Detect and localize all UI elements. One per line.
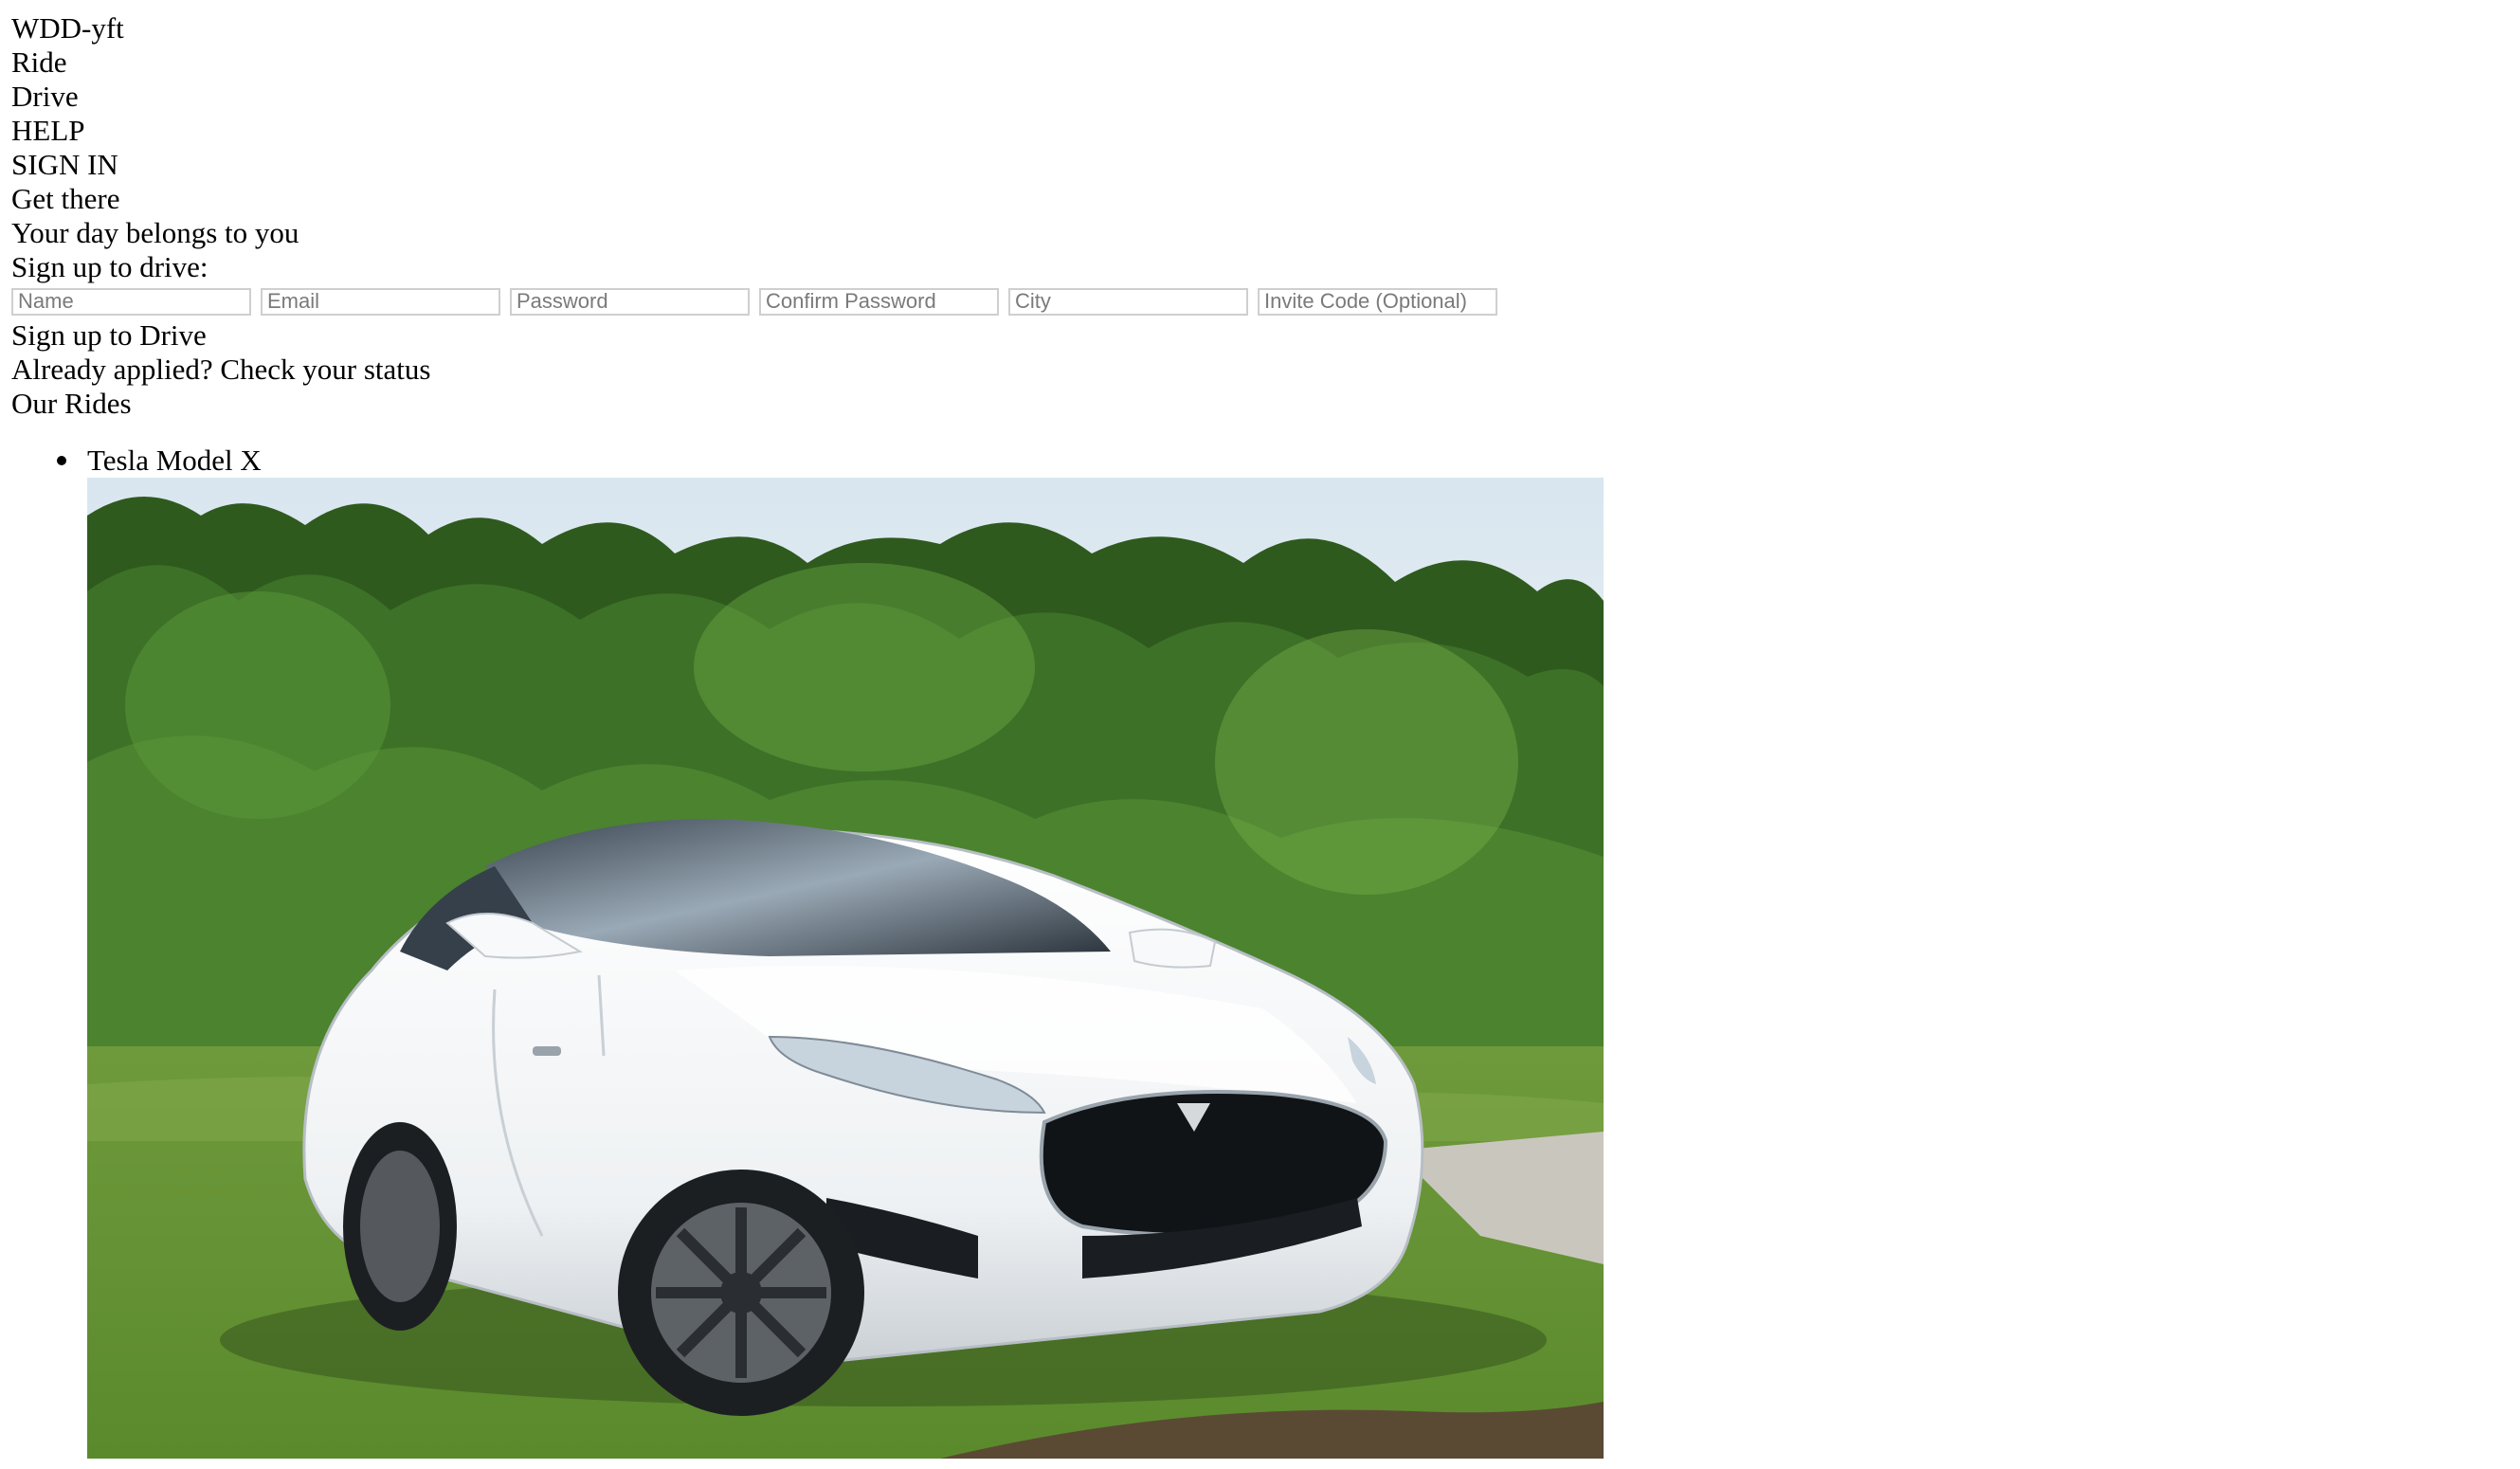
email-field[interactable] (261, 287, 500, 316)
city-field[interactable] (1008, 287, 1248, 316)
brand-logo-text[interactable]: WDD-yft (11, 11, 2520, 45)
page: WDD-yft Ride Drive HELP SIGN IN Get ther… (11, 11, 2520, 1459)
signup-form (11, 284, 2520, 318)
sign-up-to-drive-button[interactable]: Sign up to Drive (11, 318, 2520, 353)
password-field[interactable] (510, 287, 750, 316)
rides-list: Tesla Model X (11, 444, 2520, 1459)
invite-code-field[interactable] (1258, 287, 1497, 316)
signup-prompt: Sign up to drive: (11, 250, 208, 283)
name-field[interactable] (11, 287, 251, 316)
nav-drive-link[interactable]: Drive (11, 80, 2520, 114)
hero-headline: Get there (11, 182, 120, 215)
ride-name: Tesla Model X (87, 444, 262, 477)
check-status-link[interactable]: Already applied? Check your status (11, 353, 2520, 387)
hero-subheadline: Your day belongs to you (11, 216, 299, 249)
rides-section-title: Our Rides (11, 387, 132, 420)
bullet-icon (57, 456, 66, 465)
confirm-password-field[interactable] (759, 287, 999, 316)
list-item: Tesla Model X (57, 444, 2520, 1459)
nav-help-link[interactable]: HELP (11, 114, 2520, 148)
nav-ride-link[interactable]: Ride (11, 45, 2520, 80)
car-photo (87, 478, 1604, 1459)
nav-sign-in-link[interactable]: SIGN IN (11, 148, 2520, 182)
